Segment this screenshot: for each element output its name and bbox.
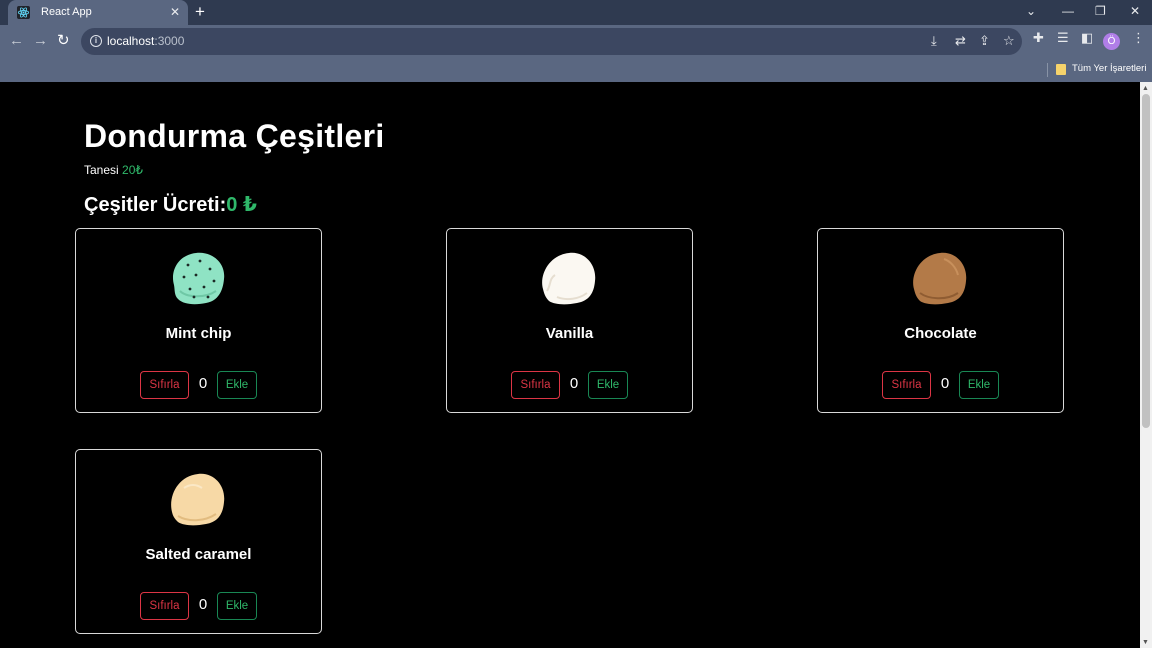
reset-button[interactable]: Sıfırla [882,371,931,399]
forward-icon[interactable]: → [33,32,48,50]
ice-cream-scoop-icon [172,252,225,305]
tab-title: React App [41,6,92,18]
bookmarks-divider [1047,63,1048,77]
menu-kebab-icon[interactable]: ⋮ [1132,30,1145,46]
ice-cream-scoop-icon [171,473,225,526]
profile-avatar[interactable]: Ö [1103,33,1120,50]
flavor-count: 0 [198,596,208,613]
add-button[interactable]: Ekle [217,592,257,620]
address-text: localhost:3000 [107,34,184,48]
scrollbar-thumb[interactable] [1142,94,1150,428]
restore-icon[interactable]: ❐ [1095,3,1106,19]
flavor-name: Chocolate [904,325,977,342]
side-panel-icon[interactable]: ◧ [1081,30,1093,46]
browser-chrome: React App ✕ + ⌄ — ❐ ✕ ← → ↻ i localhost:… [0,0,1152,82]
reset-button[interactable]: Sıfırla [140,371,189,399]
address-bar[interactable]: i localhost:3000 ⤓ ⇄ ⇪ ☆ [81,28,1022,55]
add-button[interactable]: Ekle [959,371,999,399]
page-content: Dondurma Çeşitleri Tanesi 20₺ Çeşitler Ü… [0,82,1140,648]
reset-button[interactable]: Sıfırla [511,371,560,399]
share-icon[interactable]: ⇪ [979,33,990,49]
total-price-label: Çeşitler Ücreti: [84,194,227,216]
tab-close-icon[interactable]: ✕ [170,4,180,20]
flavor-name: Salted caramel [145,546,252,563]
total-price-value: 0 ₺ [226,194,257,216]
new-tab-icon[interactable]: + [195,2,205,22]
page-title: Dondurma Çeşitleri [84,118,385,154]
browser-toolbar: ← → ↻ i localhost:3000 ⤓ ⇄ ⇪ ☆ [0,25,1152,58]
react-favicon-icon [17,6,30,19]
flavor-card: Vanilla Sıfırla 0 Ekle [446,228,693,413]
unit-price-label: Tanesi [84,163,119,177]
install-app-icon[interactable]: ⤓ [931,33,937,49]
back-icon[interactable]: ← [9,32,24,50]
url-port: :3000 [154,34,185,48]
bookmark-star-icon[interactable]: ☆ [1003,33,1015,49]
add-button[interactable]: Ekle [217,371,257,399]
tab-strip: React App ✕ + ⌄ — ❐ ✕ [0,0,1152,25]
folder-icon[interactable] [1056,64,1066,75]
total-price-row: Çeşitler Ücreti:0 ₺ [84,192,257,217]
bookmarks-bar: Tüm Yer İşaretleri [0,58,1152,82]
flavor-card: Mint chip Sıfırla 0 Ekle [75,228,322,413]
flavor-name: Vanilla [545,325,594,342]
ice-cream-scoop-icon [542,252,596,305]
translate-icon[interactable]: ⇄ [955,33,966,49]
tab-search-chevron-icon[interactable]: ⌄ [1026,3,1036,19]
scroll-up-icon[interactable]: ▲ [1142,85,1149,92]
reading-list-icon[interactable]: ☰ [1057,30,1069,46]
all-bookmarks-link[interactable]: Tüm Yer İşaretleri [1072,63,1146,74]
close-window-icon[interactable]: ✕ [1130,3,1140,19]
extensions-icon[interactable]: ✚ [1033,30,1044,46]
ice-cream-scoop-icon [913,252,967,305]
flavor-count: 0 [198,375,208,392]
browser-tab[interactable]: React App ✕ [8,0,188,25]
scroll-down-icon[interactable]: ▼ [1142,639,1149,646]
unit-price-value: 20₺ [122,163,144,177]
add-button[interactable]: Ekle [588,371,628,399]
reload-icon[interactable]: ↻ [57,32,70,50]
unit-price-row: Tanesi 20₺ [84,163,143,177]
flavor-card: Chocolate Sıfırla 0 Ekle [817,228,1064,413]
flavor-count: 0 [569,375,579,392]
site-info-icon[interactable]: i [90,35,102,47]
minimize-icon[interactable]: — [1062,3,1074,19]
vertical-scrollbar[interactable]: ▲ ▼ [1140,82,1152,648]
flavor-card: Salted caramel Sıfırla 0 Ekle [75,449,322,634]
url-host: localhost [107,34,155,48]
flavor-name: Mint chip [165,325,232,342]
flavor-count: 0 [940,375,950,392]
reset-button[interactable]: Sıfırla [140,592,189,620]
